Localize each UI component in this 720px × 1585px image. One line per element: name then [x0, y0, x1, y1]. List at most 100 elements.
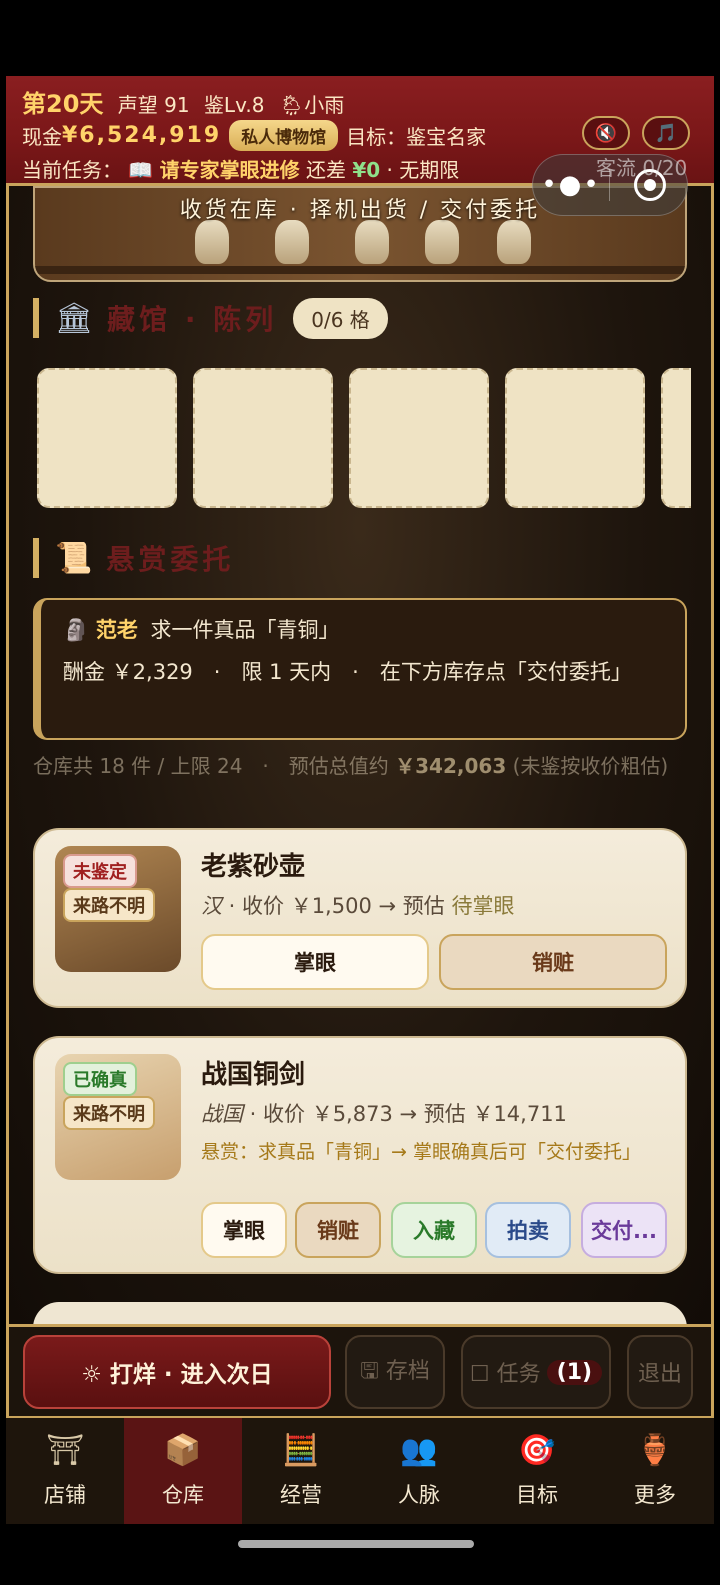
tab-contacts[interactable]: 👥 人脉 [360, 1418, 478, 1524]
vase-decoration [425, 220, 459, 264]
inventory-item: 未鉴定 来路不明 老紫砂壶 汉 · 收价 ￥1,500 → 预估 待掌眼 掌眼 … [33, 828, 687, 1008]
goal-icon: 🎯 [518, 1433, 556, 1468]
bounty-header: 📜 悬赏委托 [33, 536, 234, 580]
home-indicator[interactable] [238, 1540, 474, 1548]
display-slot[interactable] [349, 368, 489, 508]
display-slot[interactable] [37, 368, 177, 508]
reputation: 声望 91 [117, 93, 190, 117]
bottom-tab-bar: ⛩ 店铺 📦 仓库 🧮 经营 👥 人脉 🎯 目标 🏺 更多 [6, 1416, 714, 1524]
inventory-item [33, 1302, 687, 1324]
cash-row: 现金 ¥6,524,919 私人博物馆 目标：鉴宝名家 [22, 120, 486, 151]
tasks-button[interactable]: ☐ 任务 (1) [461, 1335, 611, 1409]
slot-count: 0/6 格 [293, 297, 388, 339]
shop-icon: ⛩ [45, 1433, 85, 1468]
tab-label: 人脉 [398, 1483, 440, 1507]
collection-title: 藏馆 · 陈列 [107, 303, 278, 336]
item-name: 战国铜剑 [201, 1060, 306, 1090]
cash-value: ¥6,524,919 [62, 123, 222, 148]
warehouse-summary: 仓库共 18 件 / 上限 24 · 预估总值约 ￥342,063 (未鉴按收价… [33, 752, 693, 780]
exit-button[interactable]: 退出 [627, 1335, 693, 1409]
people-icon: 👥 [400, 1433, 438, 1468]
tab-goals[interactable]: 🎯 目标 [478, 1418, 596, 1524]
bounty-request: 求一件真品「青铜」 [150, 618, 340, 642]
task-remaining-label: 还差 [305, 158, 346, 182]
tab-label: 更多 [634, 1483, 676, 1507]
vase-decoration [497, 220, 531, 264]
item-price: · 收价 ￥5,873 → 预估 ￥14,711 [243, 1102, 567, 1126]
item-era: 汉 [201, 894, 222, 918]
display-slot[interactable] [505, 368, 645, 508]
item-price: · 收价 ￥1,500 → 预估 [222, 894, 452, 918]
museum-badge[interactable]: 私人博物馆 [229, 120, 339, 151]
appraise-button[interactable]: 掌眼 [201, 934, 429, 990]
goal-text: 目标：鉴宝名家 [346, 125, 487, 149]
item-estimate: 待掌眼 [451, 894, 515, 918]
appraise-button[interactable]: 掌眼 [201, 1202, 287, 1258]
bounty-card[interactable]: 🗿 范老 求一件真品「青铜」 酬金 ￥2,329 · 限 1 天内 · 在下方库… [33, 598, 687, 740]
item-bounty-note: 悬赏：求真品「青铜」→ 掌眼确真后可「交付委托」 [201, 1141, 641, 1163]
task-deadline: · 无期限 [386, 158, 460, 182]
next-day-button[interactable]: ☼ 打烊 · 进入次日 [23, 1335, 331, 1409]
bounty-title: 悬赏委托 [106, 543, 235, 576]
tab-warehouse[interactable]: 📦 仓库 [124, 1418, 242, 1524]
item-price-line: 汉 · 收价 ￥1,500 → 预估 待掌眼 [201, 890, 514, 920]
music-icon[interactable]: 🎵 [642, 116, 690, 150]
auction-button[interactable]: 拍卖 [485, 1202, 571, 1258]
unauthenticated-tag: 未鉴定 [63, 854, 137, 888]
vase-decoration [275, 220, 309, 264]
item-era: 战国 [201, 1102, 243, 1126]
guest-flow: 客流 0/20 [596, 156, 688, 180]
bounty-details: 酬金 ￥2,329 · 限 1 天内 · 在下方库存点「交付委托」 [63, 660, 632, 684]
scroll-icon: 📜 [55, 540, 93, 576]
task-remaining-value: ¥0 [352, 158, 381, 182]
task-label: 当前任务： [22, 158, 122, 182]
appraise-level: 鉴Lv.8 [203, 93, 265, 117]
tasks-label: ☐ 任务 [469, 1362, 541, 1387]
fence-button[interactable]: 销赃 [295, 1202, 381, 1258]
mute-icon[interactable]: 🔇 [582, 116, 630, 150]
warehouse-icon: 📦 [164, 1433, 202, 1468]
tab-label: 目标 [516, 1483, 558, 1507]
inventory-item: 已确真 来路不明 战国铜剑 战国 · 收价 ￥5,873 → 预估 ￥14,71… [33, 1036, 687, 1274]
display-slot[interactable] [661, 368, 691, 508]
book-icon: 📖 [128, 158, 154, 182]
moai-icon: 🗿 [63, 618, 90, 642]
task-name[interactable]: 请专家掌眼进修 [160, 158, 300, 182]
collect-button[interactable]: 入藏 [391, 1202, 477, 1258]
tab-label: 经营 [280, 1483, 322, 1507]
weather: 🌦小雨 [278, 93, 345, 117]
bounty-client: 范老 [95, 618, 138, 642]
summary-value: ￥342,063 [395, 754, 507, 778]
status-bar [0, 0, 720, 76]
section-bar [33, 298, 39, 338]
unknown-origin-tag: 来路不明 [63, 888, 155, 922]
shelf-decoration [35, 266, 685, 274]
fence-button[interactable]: 销赃 [439, 934, 667, 990]
tab-shop[interactable]: ⛩ 店铺 [6, 1418, 124, 1524]
action-bar: ☼ 打烊 · 进入次日 🖫 存档 ☐ 任务 (1) 退出 [6, 1324, 714, 1416]
summary-note: (未鉴按收价粗估) [512, 754, 669, 778]
abacus-icon: 🧮 [282, 1433, 320, 1468]
vase-decoration [195, 220, 229, 264]
warehouse-view: 收货在库 · 择机出货 / 交付委托 🏛 藏馆 · 陈列 0/6 格 📜 悬赏委… [6, 186, 714, 1324]
summary-count: 仓库共 18 件 / 上限 24 · 预估总值约 [33, 754, 389, 778]
item-thumbnail: 已确真 来路不明 [55, 1054, 181, 1180]
tasks-badge: (1) [546, 1359, 603, 1385]
stats-row: 第20天 声望 91 鉴Lv.8 🌦小雨 [22, 84, 352, 119]
save-button[interactable]: 🖫 存档 [345, 1335, 445, 1409]
cash-label: 现金 [22, 125, 62, 149]
day-counter: 第20天 [22, 90, 104, 118]
item-price-line: 战国 · 收价 ￥5,873 → 预估 ￥14,711 [201, 1098, 567, 1128]
item-name: 老紫砂壶 [201, 852, 306, 882]
tab-label: 仓库 [162, 1483, 204, 1507]
tab-label: 店铺 [44, 1483, 86, 1507]
display-slot[interactable] [193, 368, 333, 508]
bounty-request-line: 🗿 范老 求一件真品「青铜」 [63, 614, 665, 644]
section-bar [33, 538, 39, 578]
tab-business[interactable]: 🧮 经营 [242, 1418, 360, 1524]
tab-more[interactable]: 🏺 更多 [596, 1418, 714, 1524]
unknown-origin-tag: 来路不明 [63, 1096, 155, 1130]
collection-header: 🏛 藏馆 · 陈列 0/6 格 [33, 296, 388, 340]
item-thumbnail: 未鉴定 来路不明 [55, 846, 181, 972]
deliver-button[interactable]: 交付... [581, 1202, 667, 1258]
